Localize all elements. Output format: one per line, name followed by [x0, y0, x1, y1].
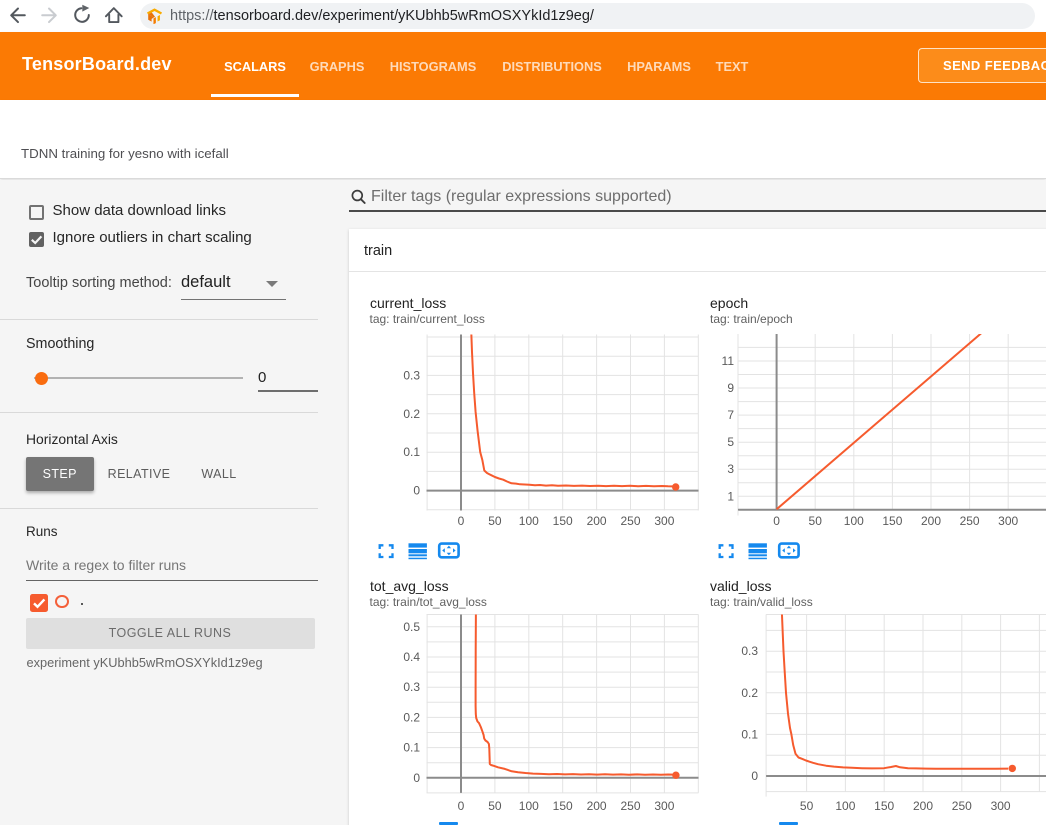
- svg-text:200: 200: [921, 514, 941, 528]
- svg-text:0.2: 0.2: [741, 686, 758, 700]
- svg-text:100: 100: [835, 799, 855, 813]
- svg-text:250: 250: [952, 799, 972, 813]
- svg-text:300: 300: [654, 799, 674, 813]
- svg-text:0.2: 0.2: [403, 710, 420, 724]
- svg-text:100: 100: [519, 514, 539, 528]
- svg-text:50: 50: [488, 799, 502, 813]
- svg-text:0: 0: [413, 484, 420, 498]
- svg-text:1: 1: [727, 489, 734, 503]
- svg-text:100: 100: [844, 514, 864, 528]
- svg-text:200: 200: [587, 799, 607, 813]
- svg-text:0: 0: [751, 769, 758, 783]
- svg-text:3: 3: [727, 462, 734, 476]
- svg-text:100: 100: [519, 799, 539, 813]
- svg-text:250: 250: [620, 514, 640, 528]
- svg-text:0: 0: [458, 514, 465, 528]
- svg-text:5: 5: [727, 435, 734, 449]
- svg-text:0.3: 0.3: [741, 644, 758, 658]
- svg-text:50: 50: [809, 514, 823, 528]
- svg-text:0.3: 0.3: [403, 680, 420, 694]
- svg-text:0.1: 0.1: [741, 727, 758, 741]
- svg-text:0.2: 0.2: [403, 407, 420, 421]
- svg-text:0: 0: [413, 771, 420, 785]
- svg-text:150: 150: [882, 514, 902, 528]
- svg-text:300: 300: [998, 514, 1018, 528]
- svg-text:0: 0: [773, 514, 780, 528]
- svg-text:300: 300: [654, 514, 674, 528]
- svg-text:250: 250: [960, 514, 980, 528]
- svg-text:11: 11: [722, 354, 735, 368]
- svg-text:0.1: 0.1: [403, 741, 420, 755]
- svg-text:7: 7: [727, 408, 734, 422]
- svg-text:300: 300: [991, 799, 1011, 813]
- svg-text:150: 150: [553, 799, 573, 813]
- svg-text:9: 9: [727, 381, 734, 395]
- svg-text:150: 150: [874, 799, 894, 813]
- svg-text:50: 50: [800, 799, 814, 813]
- svg-text:0.5: 0.5: [403, 620, 420, 634]
- svg-text:150: 150: [553, 514, 573, 528]
- svg-text:200: 200: [913, 799, 933, 813]
- svg-text:50: 50: [488, 514, 502, 528]
- svg-text:250: 250: [620, 799, 640, 813]
- svg-text:200: 200: [587, 514, 607, 528]
- svg-text:0.3: 0.3: [403, 368, 420, 382]
- svg-text:0.4: 0.4: [403, 650, 420, 664]
- svg-text:0: 0: [458, 799, 465, 813]
- svg-text:0.1: 0.1: [403, 445, 420, 459]
